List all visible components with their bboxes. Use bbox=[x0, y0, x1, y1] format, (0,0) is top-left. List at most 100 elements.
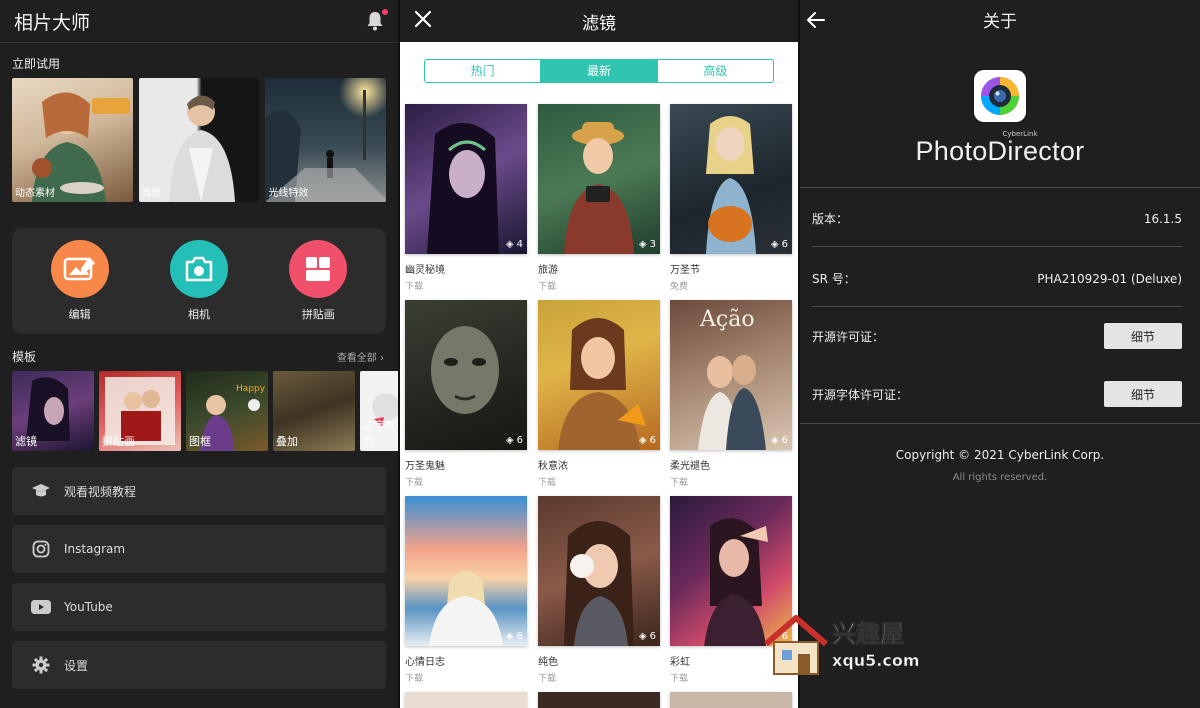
template-frame[interactable]: Happy 图框 bbox=[186, 371, 268, 451]
filter-name: 万圣鬼魅 bbox=[405, 461, 445, 472]
template-label: 滤镜 bbox=[15, 435, 37, 448]
filter-name: 心情日志 bbox=[405, 657, 445, 668]
home-header: 相片大师 bbox=[0, 0, 398, 42]
layers-count: 6 bbox=[649, 631, 656, 642]
thumb-overlay-text: Ação bbox=[699, 307, 755, 332]
filter-thumb bbox=[538, 692, 660, 708]
filter-thumb: Ação ◈ 6 bbox=[670, 300, 792, 450]
try-card-light-effects[interactable]: 光线特效 bbox=[265, 78, 387, 202]
filter-status: 下载 bbox=[405, 674, 424, 684]
filter-item[interactable] bbox=[538, 692, 660, 708]
tab-newest[interactable]: 最新 bbox=[540, 60, 657, 82]
app-logo-icon bbox=[974, 70, 1026, 122]
camera-icon bbox=[169, 240, 228, 298]
layers-badge: ◈ 4 bbox=[506, 239, 523, 250]
filter-status: 下载 bbox=[538, 282, 557, 292]
layers-count: 6 bbox=[516, 435, 523, 446]
about-title: 关于 bbox=[983, 11, 1017, 32]
template-overlay[interactable]: 叠加 bbox=[273, 371, 355, 451]
version-label: 版本： bbox=[812, 212, 849, 226]
filter-item[interactable]: Ação ◈ 6 柔光褪色 下载 bbox=[670, 300, 792, 488]
app-title: 相片大师 bbox=[14, 11, 91, 34]
layers-badge: ◈ 6 bbox=[506, 631, 523, 642]
gear-icon bbox=[30, 654, 52, 676]
filter-item[interactable]: ◈ 6 万圣节 免费 bbox=[670, 104, 792, 292]
font-license-row: 开源字体许可证： 细节 bbox=[812, 381, 1182, 407]
back-arrow-icon[interactable] bbox=[806, 10, 826, 30]
filter-tabs: 热门 最新 高级 bbox=[424, 59, 774, 83]
template-label: 文字气泡 bbox=[363, 419, 396, 448]
rights-text: All rights reserved. bbox=[952, 472, 1048, 483]
menu-youtube[interactable]: YouTube bbox=[12, 583, 386, 631]
filter-status: 下载 bbox=[670, 478, 689, 488]
watermark-house-icon: 兴趣屋 xqu5.com bbox=[764, 615, 920, 675]
filter-status: 下载 bbox=[405, 478, 424, 488]
version-value: 16.1.5 bbox=[1143, 211, 1182, 226]
filter-thumb: ◈ 6 bbox=[538, 496, 660, 646]
camera-button[interactable]: 相机 bbox=[169, 240, 228, 322]
template-label: 拼贴画 bbox=[102, 435, 135, 448]
try-card-background[interactable]: 背景 bbox=[138, 78, 260, 202]
watermark-text: 兴趣屋 bbox=[832, 620, 904, 648]
filter-item[interactable]: ◈ 3 旅游 下载 bbox=[538, 104, 660, 292]
layers-icon: ◈ bbox=[638, 631, 647, 642]
tab-hot[interactable]: 热门 bbox=[425, 60, 540, 82]
try-card-animated[interactable]: 动态素材 bbox=[12, 78, 133, 202]
edit-button[interactable]: 编辑 bbox=[50, 240, 109, 322]
instagram-icon bbox=[30, 538, 52, 560]
notification-dot bbox=[382, 9, 388, 15]
try-card-label: 背景 bbox=[141, 188, 162, 199]
filter-thumb: ◈ 4 bbox=[405, 104, 527, 254]
try-card-label: 动态素材 bbox=[15, 188, 55, 199]
view-all-text: 查看全部 bbox=[336, 353, 377, 364]
filter-thumb: ◈ 6 bbox=[670, 104, 792, 254]
filter-item[interactable]: ◈ 6 万圣鬼魅 下载 bbox=[405, 300, 527, 488]
home-screen: 相片大师 立即试用 动态素材 背景 光线特效 编辑 相机 拼贴画 模板 查看全部… bbox=[0, 0, 398, 708]
filter-thumb: ◈ 6 bbox=[538, 300, 660, 450]
font-license-details-button[interactable]: 细节 bbox=[1104, 381, 1182, 407]
view-all-link[interactable]: 查看全部 › bbox=[337, 349, 384, 364]
camera-label: 相机 bbox=[187, 308, 210, 321]
filter-thumb: ◈ 3 bbox=[538, 104, 660, 254]
filter-item[interactable]: ◈ 6 纯色 下载 bbox=[538, 496, 660, 684]
templates-header: 模板 查看全部 › bbox=[0, 334, 398, 365]
sr-label: SR 号： bbox=[812, 272, 856, 286]
try-now-row: 动态素材 背景 光线特效 bbox=[0, 72, 398, 202]
layers-badge: ◈ 6 bbox=[771, 239, 788, 250]
filter-thumb bbox=[405, 692, 527, 708]
menu-label: 观看视频教程 bbox=[64, 484, 137, 499]
notification-bell-icon[interactable] bbox=[366, 9, 388, 31]
tab-advanced[interactable]: 高级 bbox=[656, 60, 773, 82]
filter-status: 下载 bbox=[538, 674, 557, 684]
layers-count: 6 bbox=[649, 435, 656, 446]
edit-icon bbox=[50, 240, 109, 298]
menu-settings[interactable]: 设置 bbox=[12, 641, 386, 689]
layers-icon: ◈ bbox=[638, 435, 647, 446]
app-branding: CyberLink PhotoDirector bbox=[800, 70, 1200, 167]
sr-value: PHA210929-01 (Deluxe) bbox=[1037, 271, 1182, 286]
template-filter[interactable]: 滤镜 bbox=[12, 371, 94, 451]
collage-button[interactable]: 拼贴画 bbox=[289, 240, 348, 322]
layers-count: 6 bbox=[781, 239, 788, 250]
template-label: 图框 bbox=[189, 435, 211, 448]
open-source-license-row: 开源许可证： 细节 bbox=[812, 323, 1182, 349]
filter-item[interactable]: ◈ 6 心情日志 下载 bbox=[405, 496, 527, 684]
template-text-bubble[interactable]: 文字气泡 bbox=[360, 371, 398, 451]
filter-item[interactable] bbox=[405, 692, 527, 708]
menu-instagram[interactable]: Instagram bbox=[12, 525, 386, 573]
edit-label: 编辑 bbox=[68, 308, 91, 321]
filter-item[interactable] bbox=[670, 692, 792, 708]
sr-row: SR 号： PHA210929-01 (Deluxe) bbox=[812, 270, 1182, 287]
license-details-button[interactable]: 细节 bbox=[1104, 323, 1182, 349]
menu-video-tutorials[interactable]: 观看视频教程 bbox=[12, 467, 386, 515]
filter-name: 秋意浓 bbox=[538, 461, 568, 472]
watermark-url: xqu5.com bbox=[832, 651, 920, 670]
close-icon[interactable] bbox=[414, 10, 432, 28]
site-watermark: 兴趣屋 xqu5.com bbox=[760, 610, 930, 680]
try-card-label: 光线特效 bbox=[268, 188, 309, 199]
template-collage[interactable]: 拼贴画 bbox=[99, 371, 181, 451]
filter-item[interactable]: ◈ 6 秋意浓 下载 bbox=[538, 300, 660, 488]
filter-name: 万圣节 bbox=[670, 265, 700, 276]
menu-label: Instagram bbox=[64, 542, 126, 556]
filter-item[interactable]: ◈ 4 幽灵秘境 下载 bbox=[405, 104, 527, 292]
